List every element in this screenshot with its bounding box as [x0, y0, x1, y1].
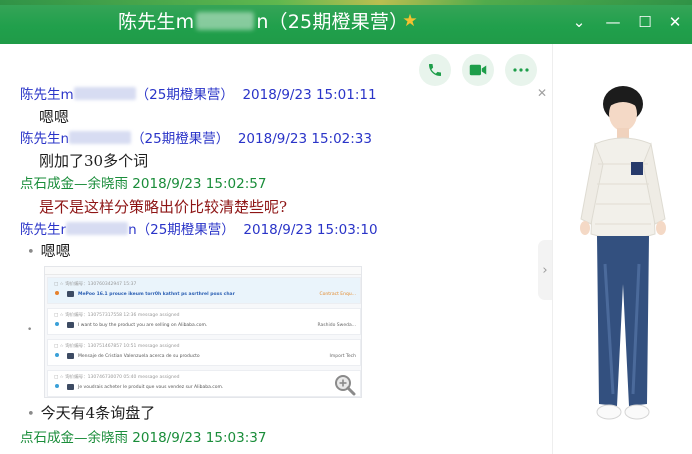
maximize-icon[interactable]: ☐ [635, 12, 655, 32]
inquiry-subject: Je voudrais acheter le produit que vous … [78, 385, 224, 390]
inquiry-meta: □ ☆ 询价编号：130760342947 15:37 [54, 282, 137, 287]
status-dot [55, 353, 59, 357]
redacted-name [69, 131, 132, 144]
collapse-panel-button[interactable]: › [538, 240, 552, 300]
inquiry-meta: □ ☆ 询价编号：130757317558 12:36 message assi… [54, 313, 180, 318]
chevron-right-icon: › [542, 262, 548, 278]
inquiry-row: □ ☆ 询价编号：130760342947 15:37 MePoo 16.1 p… [47, 277, 361, 304]
inquiry-subject: I want to buy the product you are sellin… [78, 323, 208, 328]
message-time: 2018/9/23 15:03:37 [132, 430, 267, 446]
redacted-name [73, 87, 136, 100]
window-title: 陈先生m n（25期橙果营） [118, 9, 408, 35]
message-header: 陈先生r n（25期橙果营） 2018/9/23 15:03:10 [20, 221, 378, 239]
message-header: 点石成金—余晓雨 2018/9/23 15:03:37 [20, 429, 266, 447]
inquiry-subject: Mensaje de Cristian Valenzuela acerca de… [78, 354, 200, 359]
inquiry-row: □ ☆ 询价编号：130757317558 12:36 message assi… [47, 308, 361, 335]
message-line: 嗯嗯 [40, 242, 71, 260]
sender-name: 点石成金—余晓雨 [20, 176, 128, 192]
chevron-down-icon[interactable]: ⌄ [569, 12, 589, 32]
video-call-button[interactable] [462, 54, 494, 86]
inquiry-tag: Contract Enqu... [319, 292, 356, 297]
sender-group: （25期橙果营） [131, 131, 230, 147]
title-bar: 陈先生m n（25期橙果营） ★ ⌄ — ☐ ✕ [0, 0, 692, 44]
message-text: • 今天有4条询盘了 [27, 403, 155, 425]
message-time: 2018/9/23 15:03:10 [243, 222, 378, 238]
title-suffix: n（25期橙果营） [256, 11, 409, 33]
status-dot [55, 322, 59, 326]
inquiry-row: □ ☆ 询价编号：130746730070 05:40 message assi… [47, 370, 361, 397]
message-header: 点石成金—余晓雨 2018/9/23 15:02:57 [20, 175, 266, 193]
message-time: 2018/9/23 15:01:11 [242, 87, 377, 103]
bullet-dot: • [27, 407, 35, 422]
inquiry-tag: Import Tech [329, 354, 356, 359]
message-line: 今天有4条询盘了 [40, 404, 156, 422]
chat-history[interactable]: ✕ 陈先生m （25期橙果营） 2018/9/23 15:01:11 嗯嗯 陈先生… [0, 44, 552, 454]
sender-name: 陈先生m [20, 87, 74, 103]
screenshot-thumbnail[interactable]: □ ☆ 询价编号：130760342947 15:37 MePoo 16.1 p… [44, 266, 362, 398]
sender-group: n（25期橙果营） [128, 222, 235, 238]
message-header: 陈先生m （25期橙果营） 2018/9/23 15:01:11 [20, 86, 377, 104]
sender-group: （25期橙果营） [135, 87, 234, 103]
star-icon[interactable]: ★ [401, 12, 419, 30]
sender-name: 陈先生r [20, 222, 67, 238]
message-icon [67, 384, 74, 390]
bullet-dot: • [27, 325, 33, 335]
inquiry-meta: □ ☆ 询价编号：130746730070 05:40 message assi… [54, 375, 180, 380]
status-dot [55, 384, 59, 388]
more-icon [513, 68, 529, 72]
avatar-figure [580, 86, 666, 420]
zoom-in-icon[interactable] [334, 374, 356, 396]
video-camera-icon [469, 64, 487, 76]
more-button[interactable] [505, 54, 537, 86]
redacted-name [66, 222, 129, 235]
inquiry-tag: Rashido Sweda... [317, 323, 356, 328]
message-icon [67, 353, 74, 359]
close-icon[interactable]: ✕ [665, 12, 685, 32]
title-bar-decoration [0, 0, 692, 5]
message-text: 嗯嗯 [39, 108, 70, 126]
inquiry-meta: □ ☆ 询价编号：130751467857 10:51 message assi… [54, 344, 180, 349]
close-history-icon[interactable]: ✕ [537, 86, 547, 100]
phone-icon [429, 64, 441, 76]
status-dot [55, 291, 59, 295]
sender-name: 点石成金—余晓雨 [20, 430, 128, 446]
redacted-name [196, 12, 255, 30]
thumbnail-header [45, 267, 361, 275]
title-prefix: 陈先生m [118, 11, 195, 33]
message-icon [67, 291, 74, 297]
bullet-dot: • [27, 245, 35, 260]
message-text: 刚加了30多个词 [39, 152, 149, 170]
message-icon [67, 322, 74, 328]
inquiry-subject: MePoo 16.1 prouce ikeum torr0h kathnt ps… [78, 292, 235, 297]
message-text: • 嗯嗯 [27, 241, 71, 263]
message-header: 陈先生n （25期橙果营） 2018/9/23 15:02:33 [20, 130, 372, 148]
message-time: 2018/9/23 15:02:57 [132, 176, 267, 192]
sender-name: 陈先生n [20, 131, 70, 147]
avatar-panel [552, 44, 692, 454]
voice-call-button[interactable] [419, 54, 451, 86]
message-text: 是不是这样分策略出价比较清楚些呢? [39, 198, 288, 216]
minimize-icon[interactable]: — [603, 12, 623, 32]
inquiry-row: □ ☆ 询价编号：130751467857 10:51 message assi… [47, 339, 361, 366]
message-time: 2018/9/23 15:02:33 [237, 131, 372, 147]
